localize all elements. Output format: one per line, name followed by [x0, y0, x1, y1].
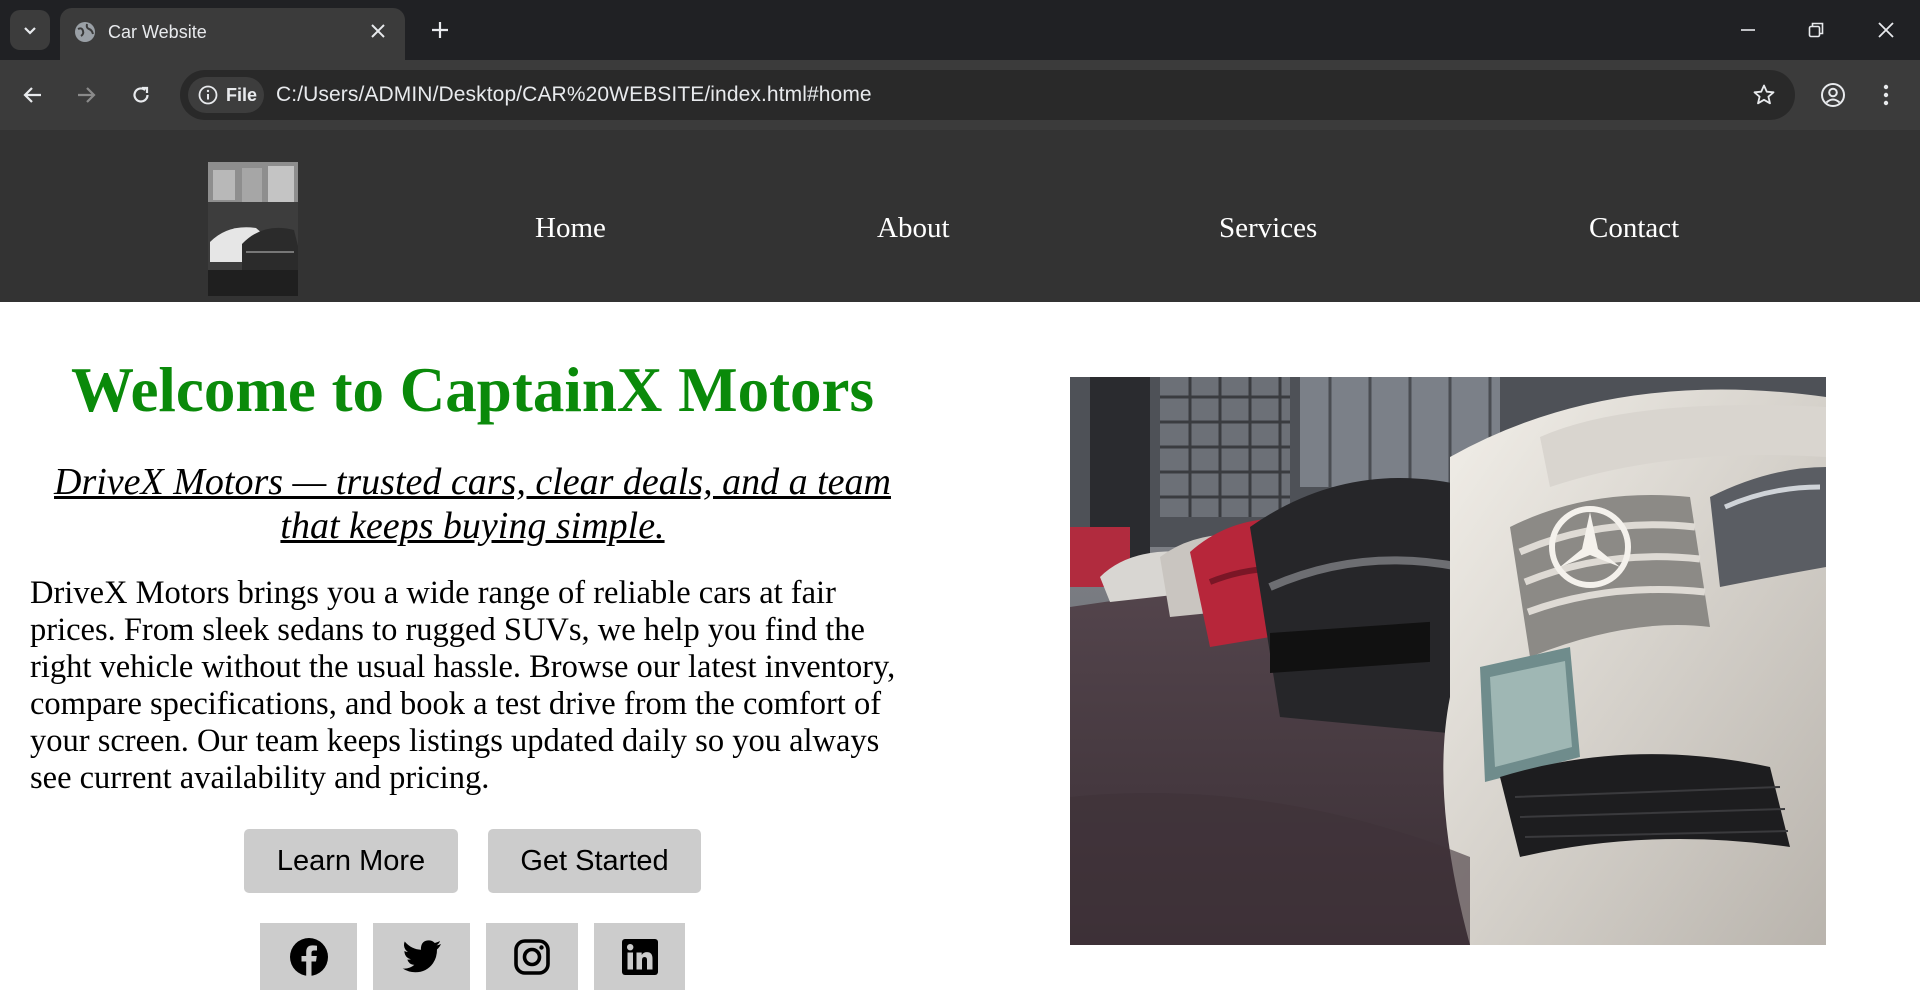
twitter-link[interactable] [373, 923, 470, 990]
back-button[interactable] [15, 77, 51, 113]
menu-button[interactable] [1868, 77, 1904, 113]
forward-button[interactable] [68, 77, 104, 113]
profile-icon [1821, 83, 1845, 107]
nav-home-link[interactable]: Home [535, 212, 606, 245]
url-text[interactable]: C:/Users/ADMIN/Desktop/CAR%20WEBSITE/ind… [276, 83, 872, 107]
get-started-button[interactable]: Get Started [488, 829, 701, 893]
hero-description: DriveX Motors brings you a wide range of… [30, 575, 896, 796]
tab-title: Car Website [108, 22, 207, 42]
info-icon [198, 85, 218, 105]
facebook-icon [289, 937, 328, 976]
nav-about-link[interactable]: About [877, 212, 950, 245]
chevron-down-icon [24, 27, 36, 35]
twitter-icon [402, 939, 441, 972]
profile-button[interactable] [1815, 77, 1851, 113]
tab-close-icon[interactable] [367, 20, 389, 42]
site-info-label: File [226, 84, 258, 105]
minimize-icon [1741, 29, 1755, 31]
globe-icon [75, 22, 95, 42]
bookmark-star-icon[interactable] [1751, 82, 1777, 108]
tab-search-button[interactable] [10, 10, 50, 50]
close-icon [1878, 22, 1894, 38]
plus-icon [432, 22, 448, 38]
restore-button[interactable] [1794, 12, 1838, 48]
restore-icon [1808, 22, 1824, 38]
linkedin-link[interactable] [594, 923, 685, 990]
browser-tab[interactable]: Car Website [60, 8, 405, 60]
more-vertical-icon [1883, 84, 1889, 106]
reload-icon [133, 86, 149, 103]
arrow-right-icon [78, 87, 96, 103]
site-header: Home About Services Contact [0, 130, 1920, 302]
close-window-button[interactable] [1864, 12, 1908, 48]
hero-title: Welcome to CaptainX Motors [70, 355, 875, 425]
instagram-icon [514, 938, 550, 975]
browser-tab-strip: Car Website [0, 0, 1920, 60]
reload-button[interactable] [123, 77, 159, 113]
nav-contact-link[interactable]: Contact [1589, 212, 1679, 245]
instagram-link[interactable] [486, 923, 578, 990]
new-tab-button[interactable] [424, 14, 456, 46]
learn-more-button[interactable]: Learn More [244, 829, 458, 893]
address-bar[interactable]: File C:/Users/ADMIN/Desktop/CAR%20WEBSIT… [180, 70, 1795, 120]
hero-car-image [1070, 377, 1826, 945]
site-logo[interactable] [208, 162, 298, 296]
facebook-link[interactable] [260, 923, 357, 990]
site-info-chip[interactable]: File [188, 77, 264, 113]
browser-toolbar: File C:/Users/ADMIN/Desktop/CAR%20WEBSIT… [0, 60, 1920, 130]
nav-services-link[interactable]: Services [1219, 212, 1317, 245]
arrow-left-icon [23, 87, 41, 103]
hero-subtitle: DriveX Motors — trusted cars, clear deal… [54, 461, 891, 547]
linkedin-icon [621, 938, 658, 975]
minimize-button[interactable] [1726, 12, 1770, 48]
